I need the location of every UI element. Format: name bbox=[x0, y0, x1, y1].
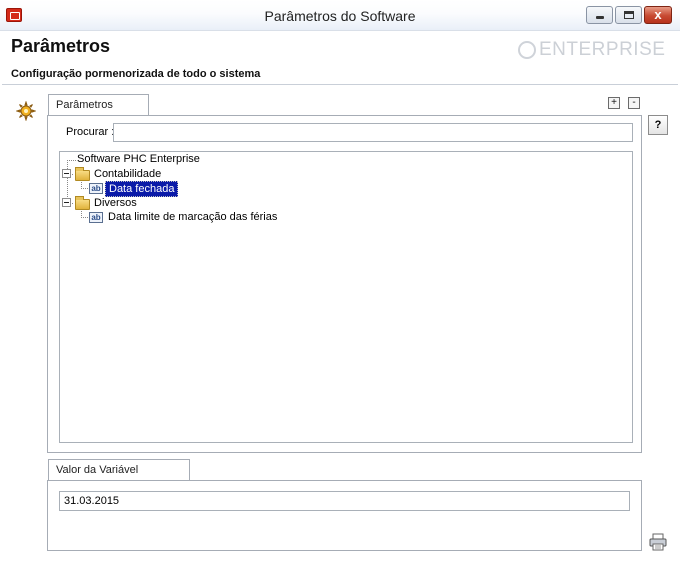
minimize-icon bbox=[596, 16, 604, 19]
collapse-toggle-contabilidade[interactable] bbox=[62, 169, 71, 178]
variable-icon: ab bbox=[89, 212, 103, 223]
gear-sun-icon bbox=[16, 101, 36, 121]
window-title: Parâmetros do Software bbox=[264, 8, 416, 24]
printer-icon[interactable] bbox=[649, 533, 667, 551]
page-header: Parâmetros Configuração pormenorizada de… bbox=[2, 31, 678, 85]
variable-icon: ab bbox=[89, 183, 103, 194]
tree-item-data-fechada[interactable]: Data fechada bbox=[105, 181, 179, 197]
tree-root[interactable]: Software PHC Enterprise bbox=[77, 153, 200, 165]
search-label: Procurar : bbox=[66, 126, 115, 138]
brand-logo: ENTERPRISE bbox=[518, 39, 665, 61]
help-button[interactable]: ? bbox=[648, 115, 668, 135]
tree-group-diversos[interactable]: Diversos bbox=[94, 197, 137, 209]
page-title: Parâmetros bbox=[11, 36, 111, 56]
tab-valor-variavel[interactable]: Valor da Variável escolhida bbox=[48, 459, 190, 497]
enterprise-logo-icon bbox=[518, 41, 536, 59]
close-icon: x bbox=[654, 7, 662, 22]
expand-all-button[interactable]: + bbox=[608, 97, 620, 109]
selected-value-field[interactable]: 31.03.2015 bbox=[59, 491, 630, 511]
brand-text: ENTERPRISE bbox=[539, 39, 666, 60]
maximize-button[interactable] bbox=[615, 6, 642, 24]
collapse-all-button[interactable]: - bbox=[628, 97, 640, 109]
tree-group-contabilidade[interactable]: Contabilidade bbox=[94, 168, 161, 180]
folder-icon bbox=[75, 196, 90, 210]
title-bar: Parâmetros do Software x bbox=[0, 0, 680, 31]
parameters-tree[interactable]: Software PHC Enterprise Contabilidade ab… bbox=[59, 151, 633, 443]
minimize-button[interactable] bbox=[586, 6, 613, 24]
close-button[interactable]: x bbox=[644, 6, 672, 24]
tab-parametros-gerais[interactable]: Parâmetros Gerais bbox=[48, 94, 149, 132]
maximize-icon bbox=[624, 11, 634, 19]
search-input[interactable] bbox=[113, 123, 633, 142]
tree-item-data-limite-ferias[interactable]: Data limite de marcação das férias bbox=[108, 211, 277, 223]
folder-icon bbox=[75, 167, 90, 181]
collapse-toggle-diversos[interactable] bbox=[62, 198, 71, 207]
page-subtitle: Configuração pormenorizada de todo o sis… bbox=[11, 68, 261, 80]
